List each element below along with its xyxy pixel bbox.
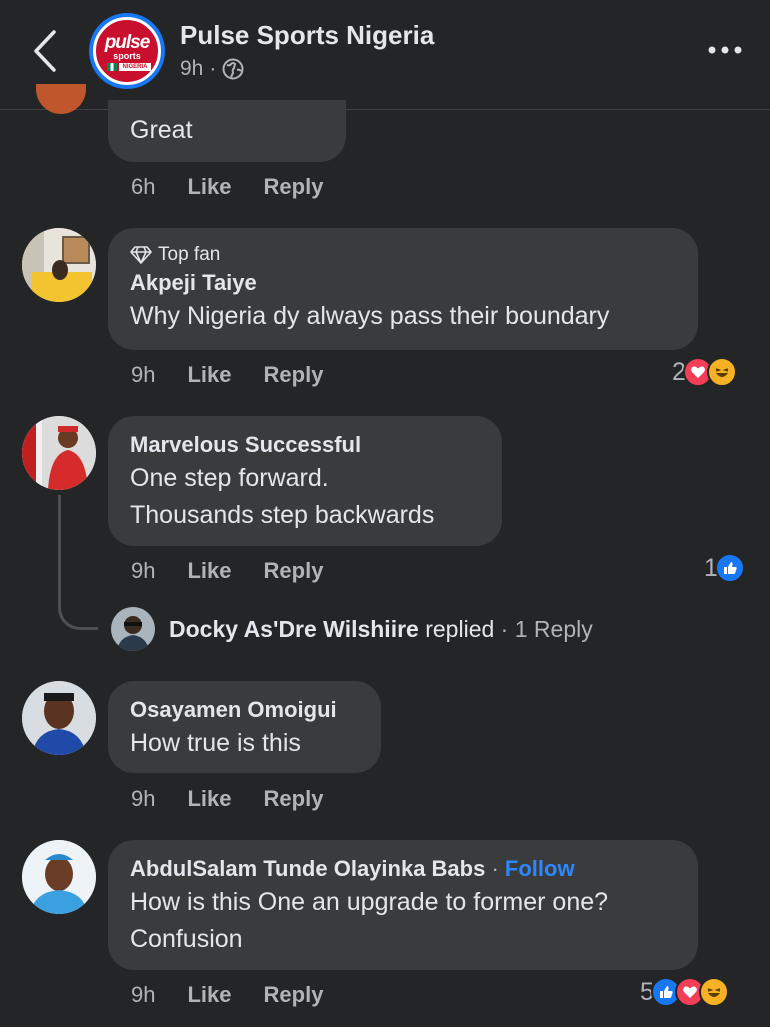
comment-actions: 9h Like Reply <box>131 362 323 388</box>
reply-button[interactable]: Reply <box>264 558 324 584</box>
comment-text: How true is this <box>130 729 301 757</box>
avatar-photo <box>22 681 96 755</box>
comment-text-line-1: How is this One an upgrade to former one… <box>130 888 609 916</box>
top-fan-label: Top fan <box>158 244 221 265</box>
reaction-summary[interactable]: 1 <box>704 553 745 583</box>
page-title[interactable]: Pulse Sports Nigeria <box>180 20 434 51</box>
more-options-button[interactable] <box>705 40 745 60</box>
comment-actions: 9h Like Reply <box>131 558 323 584</box>
more-dots-icon <box>708 46 742 54</box>
avatar[interactable] <box>22 228 96 302</box>
globe-icon <box>222 58 244 80</box>
view-replies-row[interactable]: Docky As'Dre Wilshiire replied · 1 Reply <box>111 607 593 651</box>
nigeria-flag-icon <box>107 63 117 71</box>
avatar[interactable] <box>111 607 155 651</box>
comment-bubble: Great <box>108 100 346 162</box>
avatar[interactable] <box>22 416 96 490</box>
reply-button[interactable]: Reply <box>264 982 324 1008</box>
comment-bubble: Osayamen Omoigui How true is this <box>108 681 381 773</box>
comment-author[interactable]: Akpeji Taiye <box>130 268 676 298</box>
comment-time: 9h <box>131 362 156 387</box>
comment-time: 6h <box>131 174 156 199</box>
like-button[interactable]: Like <box>187 558 231 584</box>
reaction-summary[interactable]: 2 <box>672 357 737 387</box>
avatar-photo <box>22 228 96 302</box>
reply-thread-line <box>58 495 98 630</box>
author-separator: · <box>491 856 499 881</box>
like-button[interactable]: Like <box>187 982 231 1008</box>
reply-author[interactable]: Docky As'Dre Wilshiire <box>169 616 419 642</box>
chevron-left-icon <box>34 30 56 72</box>
reaction-summary[interactable]: 5 <box>640 977 729 1007</box>
comment-time: 9h <box>131 982 156 1007</box>
diamond-icon <box>130 246 152 264</box>
like-icon <box>714 553 745 583</box>
page-avatar[interactable]: pulse sports NIGERIA <box>89 13 165 89</box>
logo-text-sports: sports <box>113 51 141 61</box>
reply-separator: · <box>500 615 509 642</box>
pulse-sports-logo: pulse sports NIGERIA <box>93 17 161 85</box>
post-time: 9h <box>180 57 204 80</box>
comment-text-line-1: One step forward. <box>130 464 329 492</box>
back-button[interactable] <box>28 28 64 74</box>
avatar[interactable] <box>22 681 96 755</box>
post-header: pulse sports NIGERIA Pulse Sports Nigeri… <box>0 0 770 110</box>
comment-text: Great <box>130 116 193 144</box>
comment-author[interactable]: Osayamen Omoigui <box>130 695 359 725</box>
comment-time: 9h <box>131 786 156 811</box>
avatar-photo <box>22 840 96 914</box>
post-meta: 9h · <box>180 57 244 81</box>
comment-text-line-2: Confusion <box>130 925 243 953</box>
logo-text-nigeria: NIGERIA <box>119 63 151 71</box>
comment-text-line-2: Thousands step backwards <box>130 501 435 529</box>
avatar-photo <box>111 607 155 651</box>
comment-time: 9h <box>131 558 156 583</box>
comment-bubble: Top fan Akpeji Taiye Why Nigeria dy alwa… <box>108 228 698 350</box>
reply-verb: replied <box>425 615 495 642</box>
reply-button[interactable]: Reply <box>264 786 324 812</box>
follow-button[interactable]: Follow <box>505 856 575 881</box>
comment-author[interactable]: AbdulSalam Tunde Olayinka Babs <box>130 856 485 881</box>
like-button[interactable]: Like <box>187 362 231 388</box>
reply-button[interactable]: Reply <box>264 362 324 388</box>
haha-icon <box>698 977 729 1007</box>
reply-count-link[interactable]: 1 Reply <box>515 616 593 642</box>
comment-author[interactable]: Marvelous Successful <box>130 430 480 460</box>
comment-actions: 9h Like Reply <box>131 786 323 812</box>
like-button[interactable]: Like <box>187 174 231 200</box>
meta-separator: · <box>209 57 217 80</box>
comment-bubble: AbdulSalam Tunde Olayinka Babs · Follow … <box>108 840 698 970</box>
avatar-photo <box>22 416 96 490</box>
avatar[interactable] <box>22 840 96 914</box>
comment-bubble: Marvelous Successful One step forward. T… <box>108 416 502 546</box>
comment-actions: 9h Like Reply <box>131 982 323 1008</box>
reply-button[interactable]: Reply <box>264 174 324 200</box>
like-button[interactable]: Like <box>187 786 231 812</box>
comment-text: Why Nigeria dy always pass their boundar… <box>130 302 610 330</box>
comment-author-row: AbdulSalam Tunde Olayinka Babs · Follow <box>130 854 676 884</box>
haha-icon <box>706 357 737 387</box>
top-fan-badge: Top fan <box>130 242 676 268</box>
comment-actions: 6h Like Reply <box>131 174 323 200</box>
